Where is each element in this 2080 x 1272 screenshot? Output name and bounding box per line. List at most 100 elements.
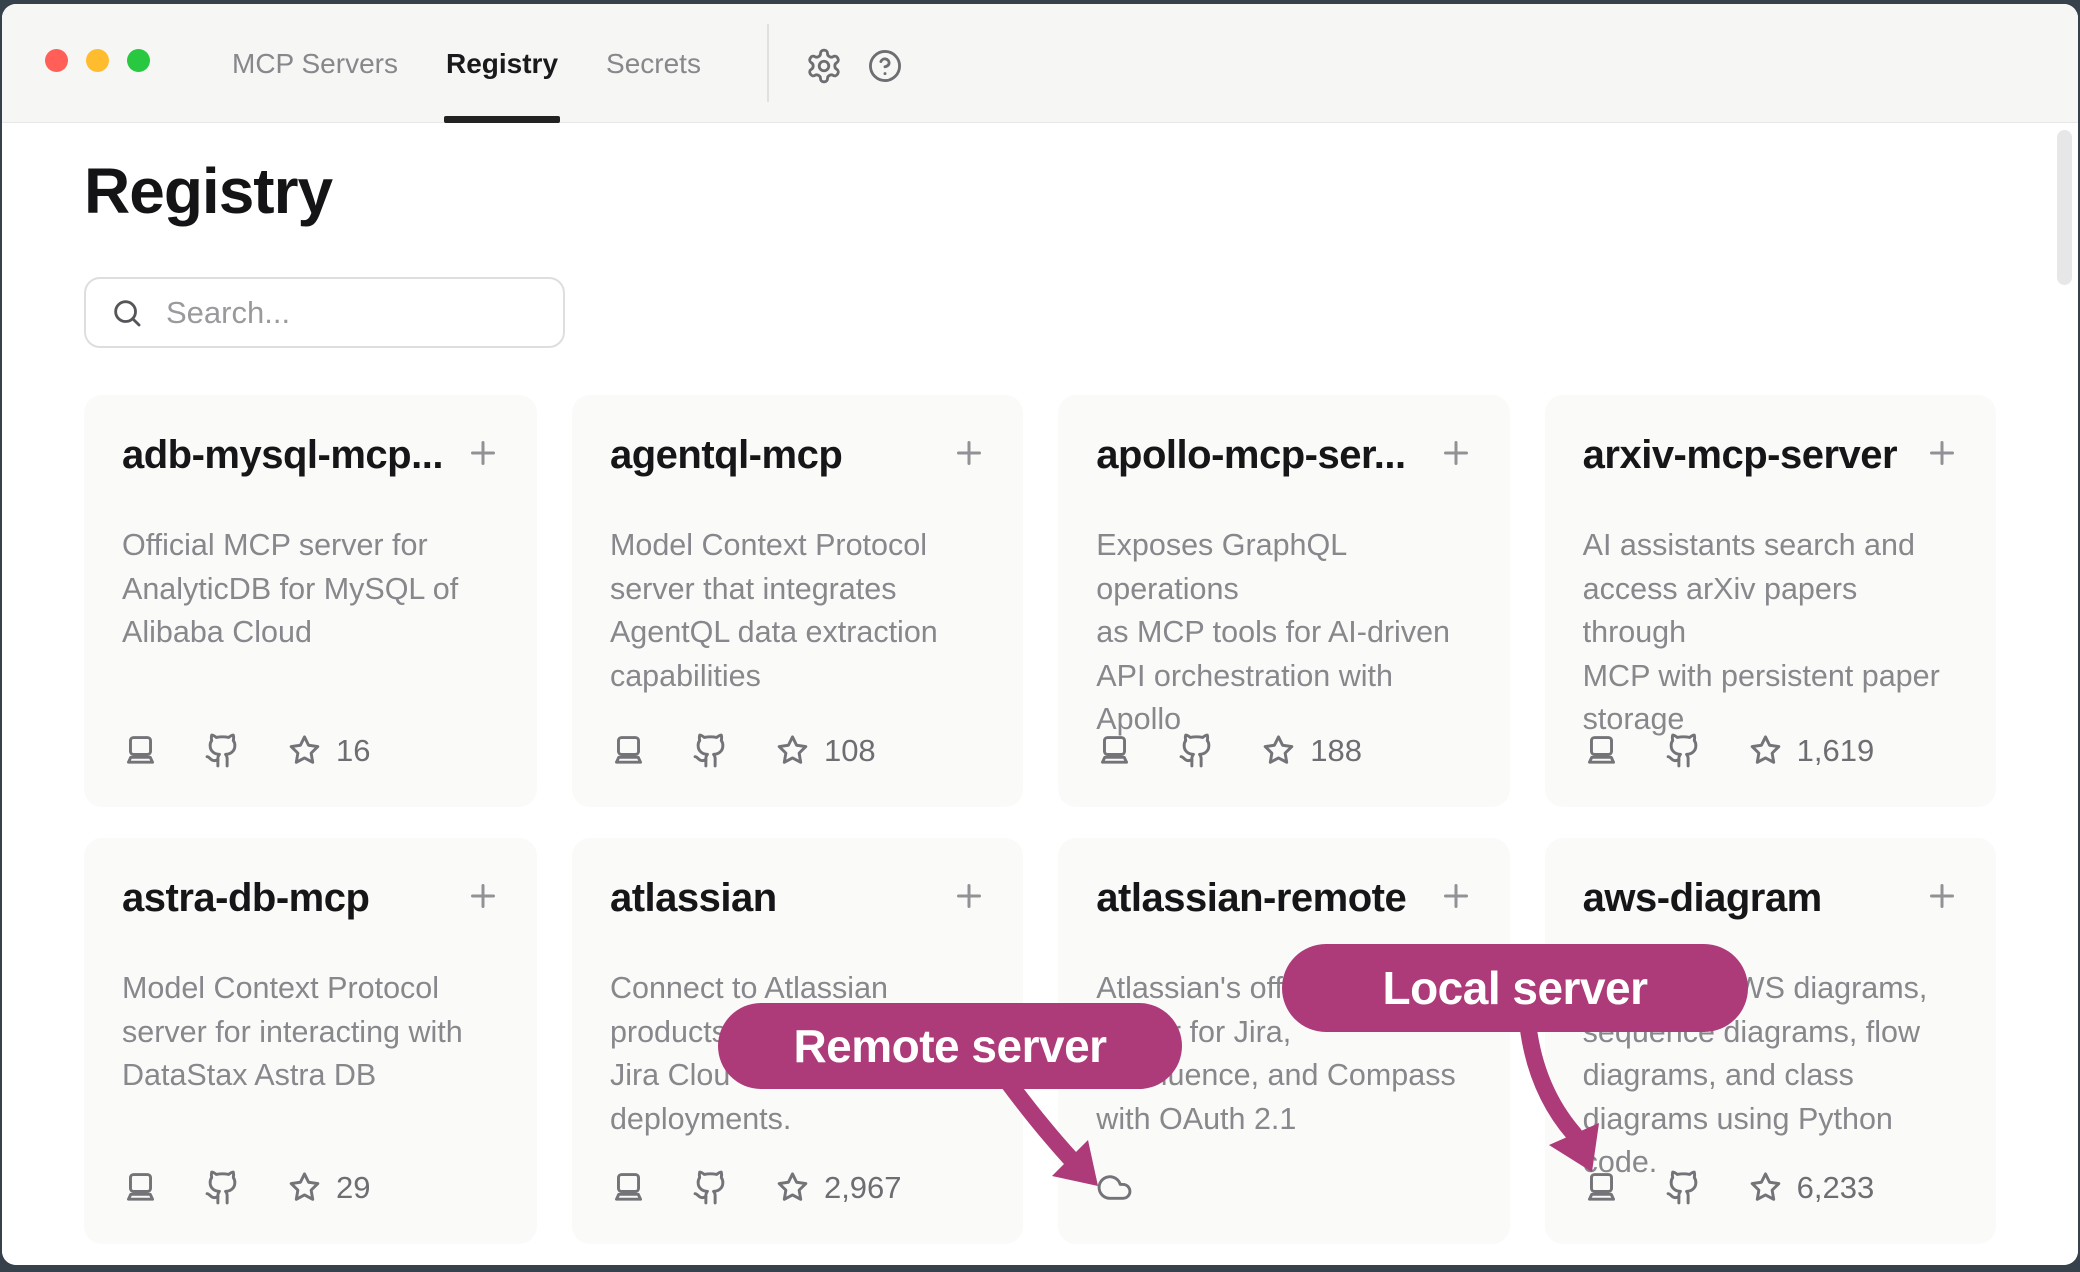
plus-icon — [951, 435, 987, 471]
github-icon — [204, 1169, 241, 1206]
plus-icon — [465, 878, 501, 914]
server-card-agentql-mcp[interactable]: agentql-mcp Model Context Protocol serve… — [572, 395, 1023, 807]
server-description: Official MCP server for AnalyticDB for M… — [122, 524, 499, 655]
tab-secrets[interactable]: Secrets — [606, 4, 701, 123]
server-description: Model Context Protocol server that integ… — [610, 524, 985, 698]
github-icon — [1665, 732, 1702, 769]
star-icon — [1747, 732, 1784, 769]
help-icon[interactable] — [863, 44, 907, 88]
server-description: Exposes GraphQL operations as MCP tools … — [1096, 524, 1471, 742]
server-card-grid: adb-mysql-mcp... Official MCP server for… — [84, 395, 1996, 1244]
card-footer: 2,967 — [610, 1169, 902, 1206]
local-server-badge: Local server — [1282, 944, 1748, 1032]
card-footer: 108 — [610, 732, 876, 769]
add-server-button[interactable] — [1434, 874, 1478, 918]
server-card-apollo-mcp-server[interactable]: apollo-mcp-ser... Exposes GraphQL operat… — [1058, 395, 1509, 807]
add-server-button[interactable] — [947, 874, 991, 918]
github-icon — [692, 732, 729, 769]
server-card-astra-db-mcp[interactable]: astra-db-mcp Model Context Protocol serv… — [84, 838, 537, 1244]
tab-registry[interactable]: Registry — [446, 4, 558, 123]
star-count: 2,967 — [824, 1170, 902, 1206]
server-name: adb-mysql-mcp... — [122, 433, 443, 478]
search-input[interactable] — [166, 295, 565, 331]
add-server-button[interactable] — [1434, 431, 1478, 475]
server-card-arxiv-mcp-server[interactable]: arxiv-mcp-server AI assistants search an… — [1545, 395, 1996, 807]
server-card-aws-diagram[interactable]: aws-diagram Generate AWS diagrams, seque… — [1545, 838, 1996, 1244]
star-icon — [1747, 1169, 1784, 1206]
star-icon — [286, 1169, 323, 1206]
add-server-button[interactable] — [947, 431, 991, 475]
server-name: apollo-mcp-ser... — [1096, 433, 1415, 478]
star-count-group: 108 — [774, 732, 876, 769]
laptop-icon — [1096, 732, 1133, 769]
search-box — [84, 277, 565, 348]
plus-icon — [951, 878, 987, 914]
plus-icon — [1438, 435, 1474, 471]
server-name: astra-db-mcp — [122, 876, 443, 921]
star-count: 16 — [336, 733, 370, 769]
laptop-icon — [122, 1169, 159, 1206]
tab-mcp-servers[interactable]: MCP Servers — [232, 4, 398, 123]
star-count-group: 16 — [286, 732, 370, 769]
plus-icon — [1438, 878, 1474, 914]
server-name: arxiv-mcp-server — [1583, 433, 1902, 478]
card-footer: 29 — [122, 1169, 370, 1206]
add-server-button[interactable] — [461, 431, 505, 475]
star-count: 1,619 — [1797, 733, 1875, 769]
scrollbar-thumb[interactable] — [2057, 130, 2072, 285]
add-server-button[interactable] — [1920, 431, 1964, 475]
github-icon — [204, 732, 241, 769]
add-server-button[interactable] — [461, 874, 505, 918]
card-footer: 16 — [122, 732, 370, 769]
star-count-group: 29 — [286, 1169, 370, 1206]
github-icon — [1178, 732, 1215, 769]
star-count-group: 2,967 — [774, 1169, 902, 1206]
server-name: agentql-mcp — [610, 433, 929, 478]
zoom-window-button[interactable] — [127, 49, 150, 72]
page-title: Registry — [84, 154, 332, 228]
star-count: 188 — [1310, 733, 1362, 769]
add-server-button[interactable] — [1920, 874, 1964, 918]
server-name: aws-diagram — [1583, 876, 1902, 921]
plus-icon — [1924, 435, 1960, 471]
card-footer — [1096, 1169, 1133, 1206]
server-name: atlassian-remote — [1096, 876, 1415, 921]
laptop-icon — [122, 732, 159, 769]
server-card-adb-mysql-mcp[interactable]: adb-mysql-mcp... Official MCP server for… — [84, 395, 537, 807]
remote-server-badge: Remote server — [718, 1003, 1182, 1089]
plus-icon — [1924, 878, 1960, 914]
traffic-lights — [45, 49, 150, 72]
laptop-icon — [610, 732, 647, 769]
minimize-window-button[interactable] — [86, 49, 109, 72]
titlebar-tabs: MCP Servers Registry Secrets — [232, 4, 701, 123]
laptop-icon — [610, 1169, 647, 1206]
search-icon — [110, 296, 144, 330]
github-icon — [692, 1169, 729, 1206]
laptop-icon — [1583, 1169, 1620, 1206]
star-icon — [774, 732, 811, 769]
star-count-group: 188 — [1260, 732, 1362, 769]
app-window: MCP Servers Registry Secrets Registry ad… — [2, 4, 2078, 1265]
server-description: Model Context Protocol server for intera… — [122, 967, 499, 1098]
card-footer: 188 — [1096, 732, 1362, 769]
cloud-icon — [1096, 1169, 1133, 1206]
star-count-group: 1,619 — [1747, 732, 1875, 769]
star-count-group: 6,233 — [1747, 1169, 1875, 1206]
server-name: atlassian — [610, 876, 929, 921]
window-titlebar: MCP Servers Registry Secrets — [2, 4, 2078, 123]
plus-icon — [465, 435, 501, 471]
star-count: 108 — [824, 733, 876, 769]
star-icon — [286, 732, 323, 769]
server-description: AI assistants search and access arXiv pa… — [1583, 524, 1958, 742]
settings-gear-icon[interactable] — [802, 44, 846, 88]
star-count: 6,233 — [1797, 1170, 1875, 1206]
github-icon — [1665, 1169, 1702, 1206]
laptop-icon — [1583, 732, 1620, 769]
titlebar-divider — [767, 24, 769, 102]
star-icon — [774, 1169, 811, 1206]
card-footer: 1,619 — [1583, 732, 1875, 769]
registry-page: Registry adb-mysql-mcp... Official MCP s… — [2, 124, 2078, 1265]
star-count: 29 — [336, 1170, 370, 1206]
star-icon — [1260, 732, 1297, 769]
close-window-button[interactable] — [45, 49, 68, 72]
